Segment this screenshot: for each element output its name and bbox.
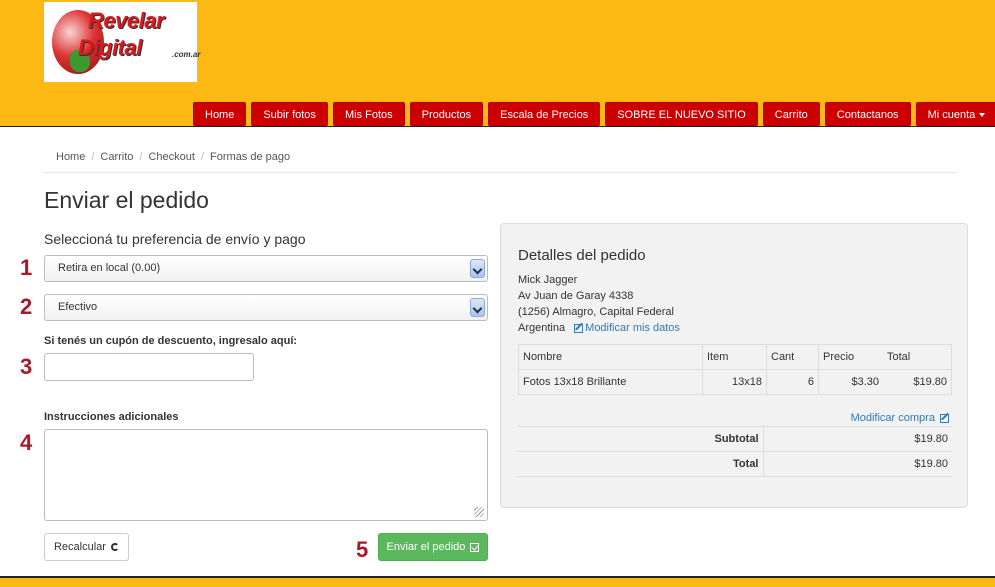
table-header-row: Nombre Item Cant Precio Total bbox=[518, 344, 952, 370]
breadcrumb-formas-de-pago: Formas de pago bbox=[210, 151, 291, 163]
breadcrumb-home[interactable]: Home bbox=[56, 151, 85, 163]
nav-escala-de-precios[interactable]: Escala de Precios bbox=[488, 102, 601, 126]
col-total: Total bbox=[882, 344, 952, 370]
recalculate-button[interactable]: Recalcular bbox=[44, 533, 129, 561]
subtotal-value: $19.80 bbox=[763, 426, 952, 452]
col-cant: Cant bbox=[766, 344, 819, 370]
nav-sobre-el-nuevo-sitio[interactable]: SOBRE EL NUEVO SITIO bbox=[605, 102, 758, 126]
nav-carrito[interactable]: Carrito bbox=[762, 102, 820, 126]
refresh-icon bbox=[111, 543, 120, 552]
breadcrumb-carrito[interactable]: Carrito bbox=[100, 151, 133, 163]
step-number-3: 3 bbox=[20, 354, 33, 379]
customer-country: Argentina bbox=[518, 322, 566, 334]
logo-word-digital: Digital bbox=[78, 35, 142, 60]
check-square-icon bbox=[470, 542, 480, 552]
total-label: Total bbox=[518, 451, 764, 477]
send-order-button[interactable]: Enviar el pedido bbox=[378, 533, 488, 561]
nav-contactanos[interactable]: Contactanos bbox=[824, 102, 911, 126]
logo-word-revelar: Revelar bbox=[88, 8, 165, 33]
site-header: Revelar Digital .com.ar Home Subir fotos… bbox=[0, 0, 995, 127]
edit-purchase-link[interactable]: Modificar compra bbox=[851, 412, 935, 424]
send-order-button-label: Enviar el pedido bbox=[386, 541, 466, 553]
nav-mi-cuenta[interactable]: Mi cuenta bbox=[915, 102, 995, 126]
page-subtitle: Seleccioná tu preferencia de envío y pag… bbox=[44, 231, 306, 247]
order-items-table: Nombre Item Cant Precio Total Fotos 13x1… bbox=[518, 344, 952, 395]
edit-icon bbox=[940, 413, 949, 423]
instructions-textarea[interactable] bbox=[44, 429, 488, 521]
breadcrumb: Home / Carrito / Checkout / Formas de pago bbox=[44, 145, 956, 173]
step-number-1: 1 bbox=[20, 255, 33, 280]
edit-icon bbox=[574, 323, 584, 333]
shipping-select[interactable]: Retira en local (0.00) bbox=[44, 255, 488, 282]
chevron-down-icon[interactable] bbox=[470, 259, 485, 278]
footer-bar bbox=[0, 576, 995, 587]
step-number-4: 4 bbox=[20, 430, 33, 455]
main-nav: Home Subir fotos Mis Fotos Productos Esc… bbox=[193, 102, 995, 126]
total-value: $19.80 bbox=[763, 451, 952, 477]
site-logo[interactable]: Revelar Digital .com.ar bbox=[44, 2, 201, 82]
order-details-panel: Detalles del pedido Mick Jagger Av Juan … bbox=[500, 223, 968, 508]
recalculate-button-label: Recalcular bbox=[53, 541, 106, 553]
logo-suffix: .com.ar bbox=[172, 50, 201, 59]
customer-city: (1256) Almagro, Capital Federal bbox=[518, 306, 674, 318]
resize-grip-icon[interactable] bbox=[474, 507, 484, 517]
step-number-2: 2 bbox=[20, 294, 33, 319]
nav-productos[interactable]: Productos bbox=[409, 102, 484, 126]
col-precio: Precio bbox=[817, 344, 883, 370]
chevron-down-icon[interactable] bbox=[470, 298, 485, 317]
caret-down-icon bbox=[979, 113, 986, 118]
nav-mis-fotos[interactable]: Mis Fotos bbox=[332, 102, 405, 126]
nav-mi-cuenta-label: Mi cuenta bbox=[927, 109, 976, 121]
table-row: Fotos 13x18 Brillante 13x18 6 $3.30 $19.… bbox=[518, 369, 952, 395]
payment-select[interactable]: Efectivo bbox=[44, 294, 488, 321]
customer-name: Mick Jagger bbox=[518, 274, 578, 286]
order-totals-table: Subtotal $19.80 Total $19.80 bbox=[518, 426, 952, 477]
coupon-label: Si tenés un cupón de descuento, ingresal… bbox=[44, 335, 298, 347]
order-details-title: Detalles del pedido bbox=[518, 247, 646, 264]
shipping-select-value: Retira en local (0.00) bbox=[58, 262, 161, 274]
nav-home[interactable]: Home bbox=[193, 102, 247, 126]
page-title: Enviar el pedido bbox=[44, 187, 209, 213]
nav-subir-fotos[interactable]: Subir fotos bbox=[251, 102, 328, 126]
cell-item: 13x18 bbox=[702, 369, 767, 395]
customer-country-line: Argentina Modificar mis datos bbox=[518, 322, 680, 334]
payment-select-value: Efectivo bbox=[58, 301, 98, 313]
total-row: Total $19.80 bbox=[518, 451, 952, 477]
cell-precio: $3.30 bbox=[817, 369, 883, 395]
cell-cant: 6 bbox=[766, 369, 819, 395]
cell-total: $19.80 bbox=[882, 369, 952, 395]
col-nombre: Nombre bbox=[518, 344, 703, 370]
step-number-5: 5 bbox=[356, 537, 369, 562]
col-item: Item bbox=[702, 344, 767, 370]
edit-purchase-line: Modificar compra bbox=[851, 412, 951, 424]
breadcrumb-checkout[interactable]: Checkout bbox=[148, 151, 194, 163]
subtotal-row: Subtotal $19.80 bbox=[518, 426, 952, 452]
cell-nombre: Fotos 13x18 Brillante bbox=[518, 369, 703, 395]
subtotal-label: Subtotal bbox=[518, 426, 764, 452]
instructions-label: Instrucciones adicionales bbox=[44, 411, 179, 423]
customer-street: Av Juan de Garay 4338 bbox=[518, 290, 634, 302]
edit-data-link[interactable]: Modificar mis datos bbox=[585, 322, 680, 334]
coupon-input[interactable] bbox=[44, 353, 254, 381]
